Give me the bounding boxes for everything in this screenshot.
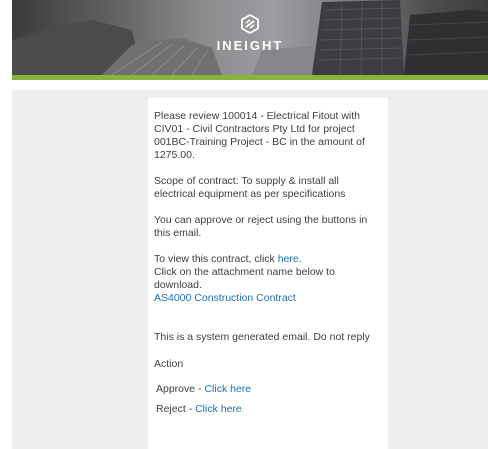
view-contract-block: To view this contract, click here. Click… <box>154 253 382 305</box>
reject-row: Reject - Click here <box>156 403 382 416</box>
reject-label: Reject - <box>156 403 196 415</box>
approve-link[interactable]: Click here <box>204 383 251 395</box>
attachment-instruction: Click on the attachment name below to do… <box>154 266 335 291</box>
view-contract-prefix: To view this contract, click <box>154 253 278 265</box>
scope-text: Scope of contract: To supply & install a… <box>154 175 346 200</box>
header-banner: INEIGHT <box>12 0 488 75</box>
review-text: Please review 100014 - Electrical Fitout… <box>154 110 365 161</box>
brand-logo: INEIGHT <box>12 14 488 53</box>
reject-link[interactable]: Click here <box>195 403 242 415</box>
email-body: Please review 100014 - Electrical Fitout… <box>148 98 388 449</box>
view-contract-line: To view this contract, click here. <box>154 253 382 266</box>
system-note: This is a system generated email. Do not… <box>154 331 370 343</box>
view-contract-link[interactable]: here <box>278 253 299 265</box>
approve-row: Approve - Click here <box>156 383 382 396</box>
action-title: Action <box>154 358 184 370</box>
accent-bar <box>12 75 488 80</box>
email-background: Please review 100014 - Electrical Fitout… <box>12 90 488 449</box>
attachment-link[interactable]: AS4000 Construction Contract <box>154 292 382 305</box>
approve-reject-text: You can approve or reject using the butt… <box>154 214 368 239</box>
view-contract-suffix: . <box>298 253 302 265</box>
brand-name: INEIGHT <box>216 38 284 53</box>
approve-label: Approve - <box>156 383 205 395</box>
ineight-mark-icon <box>241 14 259 34</box>
